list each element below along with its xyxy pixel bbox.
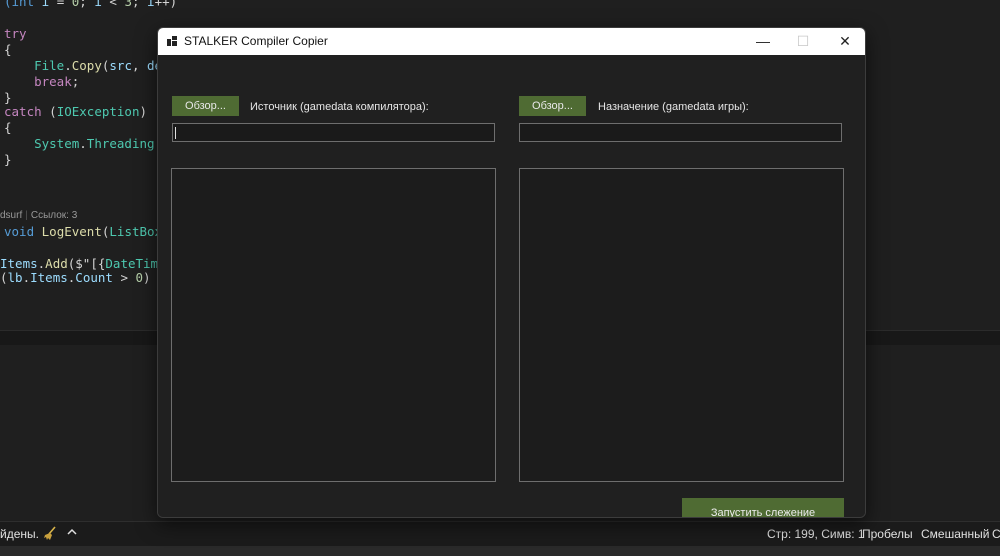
source-path-input[interactable] bbox=[172, 123, 495, 142]
code-token: { bbox=[4, 120, 12, 135]
maximize-button[interactable]: ☐ bbox=[783, 28, 823, 55]
app-icon bbox=[167, 36, 177, 46]
code-line: try bbox=[4, 26, 27, 42]
code-line: (lb.Items.Count > 0) lb bbox=[0, 270, 173, 286]
code-token: Add bbox=[45, 256, 68, 271]
source-browse-button[interactable]: Обзор... bbox=[172, 96, 239, 116]
code-token: < bbox=[101, 0, 125, 9]
code-token: break bbox=[34, 74, 72, 89]
code-token: ; bbox=[71, 74, 80, 89]
codelens-separator: | bbox=[25, 210, 28, 221]
encoding-cut[interactable]: C bbox=[992, 527, 1000, 541]
code-token: ; bbox=[79, 0, 95, 9]
destination-label: Назначение (gamedata игры): bbox=[598, 101, 749, 113]
code-token: catch bbox=[4, 104, 42, 119]
code-token: (int bbox=[4, 0, 42, 9]
code-line: break; bbox=[4, 74, 79, 90]
code-token: ( bbox=[41, 104, 57, 119]
window-client: Обзор... Источник (gamedata компилятора)… bbox=[158, 55, 865, 517]
code-token: . bbox=[79, 136, 87, 151]
window-title: STALKER Compiler Copier bbox=[184, 34, 328, 48]
start-watch-button[interactable]: Запустить слежение bbox=[682, 498, 844, 517]
code-token: IOException bbox=[56, 104, 140, 119]
code-line: { bbox=[4, 42, 12, 58]
code-line: (int i = 0; i < 3; i++) bbox=[4, 0, 177, 10]
code-token: void bbox=[4, 224, 42, 239]
text-caret bbox=[175, 127, 176, 139]
close-button[interactable]: ✕ bbox=[825, 28, 865, 55]
code-token: ) bbox=[139, 104, 148, 119]
codelens-refs[interactable]: Ссылок: 3 bbox=[31, 210, 77, 221]
code-token: File bbox=[34, 58, 65, 73]
code-token: ( bbox=[0, 270, 8, 285]
code-token: . bbox=[22, 270, 31, 285]
code-token: ++) bbox=[154, 0, 178, 9]
status-bar: йдены. Стр: 199, Симв: 1 Пробелы Смешанн… bbox=[0, 521, 1000, 546]
code-token: 0 bbox=[135, 270, 144, 285]
chevron-up-icon[interactable] bbox=[66, 526, 78, 541]
code-token: ) bbox=[143, 270, 159, 285]
minimize-button[interactable]: — bbox=[743, 28, 783, 55]
whitespace-mode[interactable]: Пробелы bbox=[862, 527, 913, 541]
code-line: catch (IOException) bbox=[4, 104, 147, 120]
bottom-strip bbox=[0, 546, 1000, 556]
code-line: File.Copy(src, des bbox=[4, 58, 170, 74]
codelens[interactable]: dsurf | Ссылок: 3 bbox=[0, 210, 77, 221]
line-endings[interactable]: Смешанный bbox=[921, 527, 989, 541]
source-label: Источник (gamedata компилятора): bbox=[250, 101, 429, 113]
code-token: 3 bbox=[124, 0, 132, 9]
code-line: } bbox=[4, 152, 12, 168]
code-token: try bbox=[4, 26, 27, 41]
code-line: void LogEvent(ListBox l bbox=[4, 224, 177, 240]
cursor-position[interactable]: Стр: 199, Симв: 1 bbox=[767, 527, 865, 541]
code-token: ; bbox=[131, 0, 148, 9]
destination-log-list[interactable] bbox=[519, 168, 844, 482]
code-token: lb bbox=[7, 270, 23, 285]
code-token: , bbox=[131, 58, 148, 73]
broom-icon[interactable] bbox=[42, 525, 58, 544]
title-bar[interactable]: STALKER Compiler Copier — ☐ ✕ bbox=[158, 28, 865, 55]
code-token: Count bbox=[75, 270, 113, 285]
code-token: src bbox=[109, 58, 132, 73]
code-token: ($"[{ bbox=[67, 256, 106, 271]
app-window: STALKER Compiler Copier — ☐ ✕ Обзор... И… bbox=[157, 27, 866, 518]
destination-path-input[interactable] bbox=[519, 123, 842, 142]
code-token: = bbox=[49, 0, 72, 9]
destination-browse-button[interactable]: Обзор... bbox=[519, 96, 586, 116]
code-line: { bbox=[4, 120, 12, 136]
code-token: . bbox=[64, 58, 72, 73]
code-line: System.Threading.Th bbox=[4, 136, 177, 152]
code-token: LogEvent bbox=[41, 224, 102, 239]
status-search-result: йдены. bbox=[0, 527, 39, 541]
code-token: System bbox=[34, 136, 80, 151]
source-log-list[interactable] bbox=[171, 168, 496, 482]
code-token: Threading bbox=[86, 136, 155, 151]
code-token: { bbox=[4, 42, 12, 57]
code-token: i bbox=[147, 0, 155, 9]
code-token: i bbox=[94, 0, 102, 9]
code-token: Items bbox=[30, 270, 68, 285]
code-token: > bbox=[112, 270, 136, 285]
code-token: } bbox=[4, 90, 12, 105]
codelens-author: dsurf bbox=[0, 210, 23, 221]
code-token: Copy bbox=[71, 58, 102, 73]
code-token: Items bbox=[0, 256, 38, 271]
code-token: } bbox=[4, 152, 12, 167]
